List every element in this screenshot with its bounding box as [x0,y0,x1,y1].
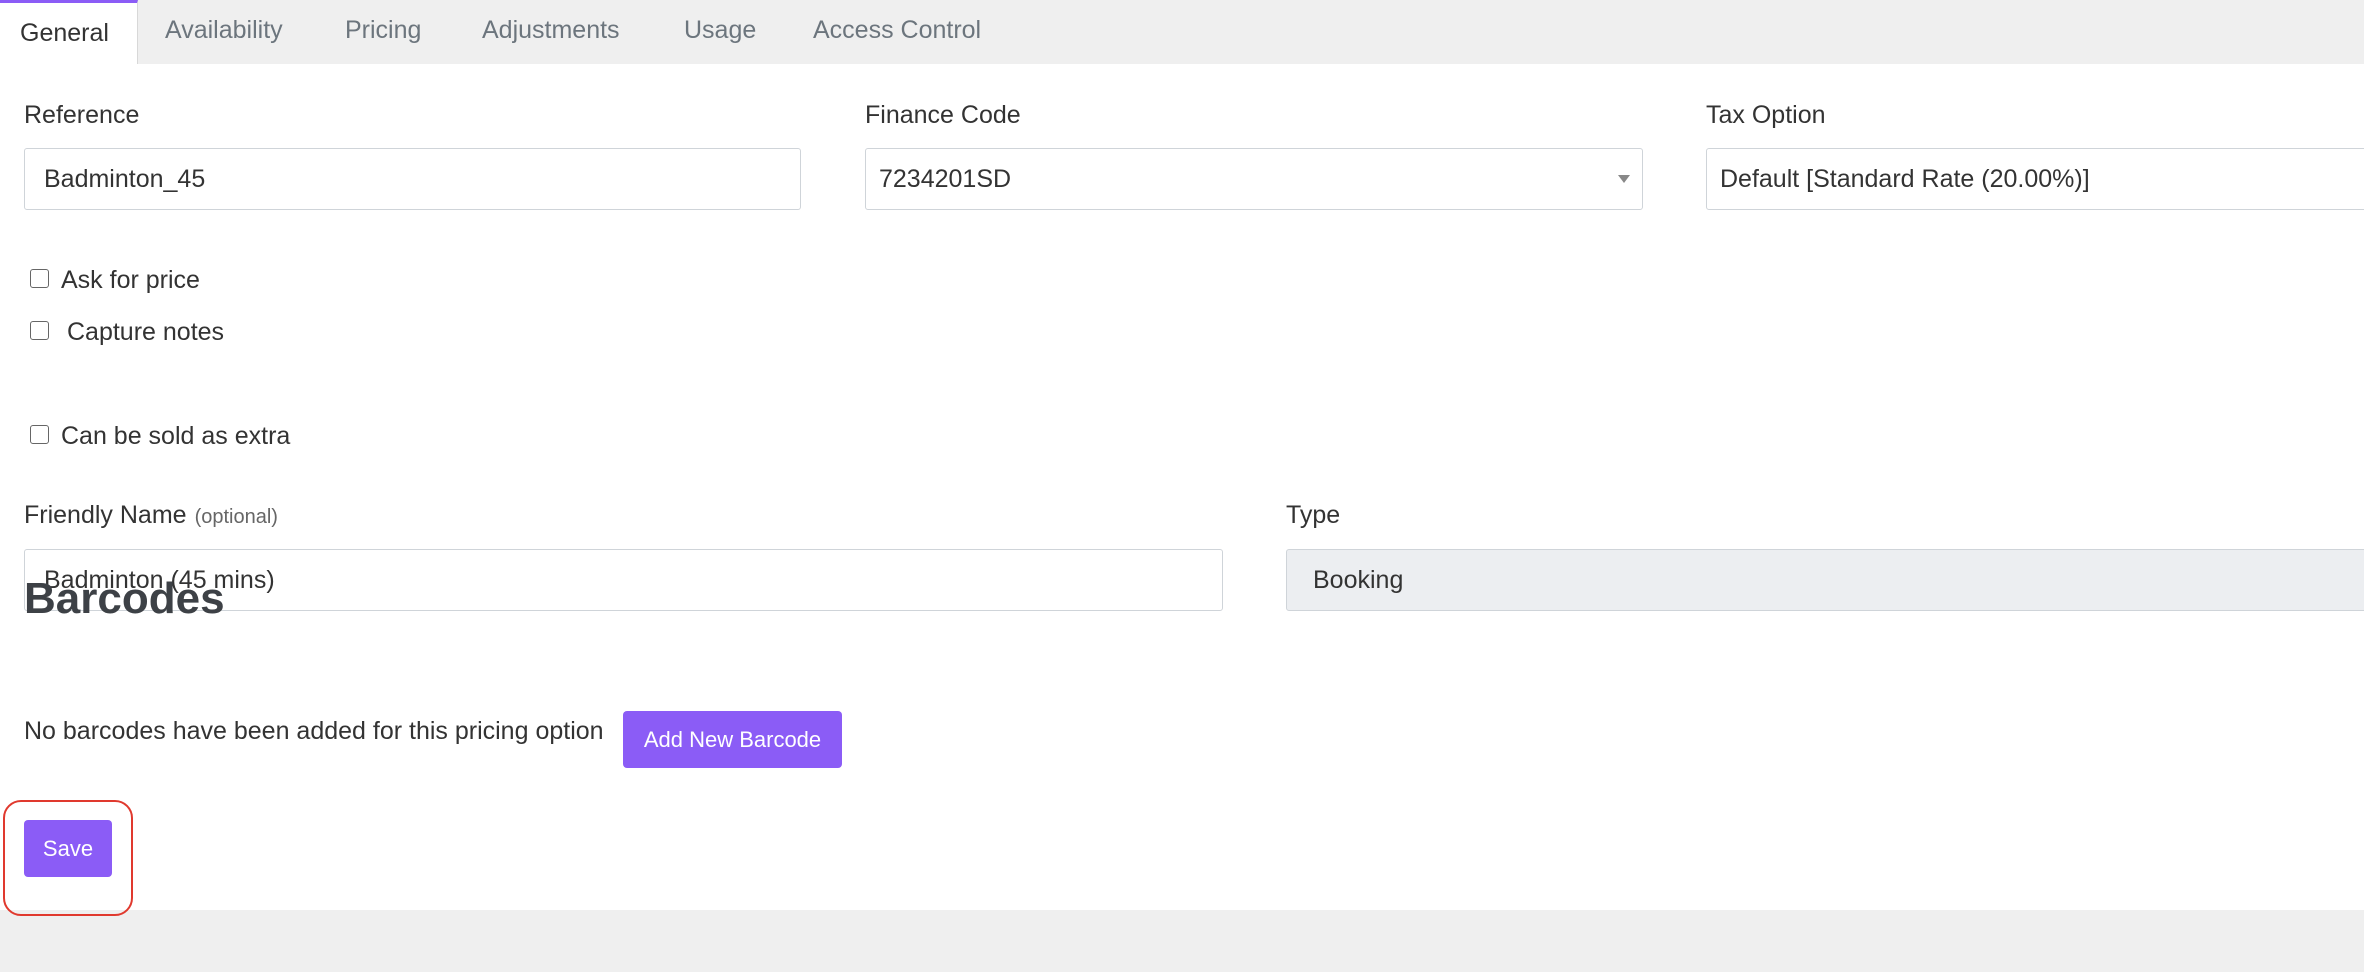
tax-option-label: Tax Option [1706,101,1826,129]
friendly-name-label: Friendly Name (optional) [24,501,278,530]
tab-usage[interactable]: Usage [684,0,756,64]
sold-as-extra-row: Can be sold as extra [30,422,290,451]
optional-note: (optional) [194,506,278,528]
barcodes-empty-message: No barcodes have been added for this pri… [24,717,604,745]
tab-pricing[interactable]: Pricing [345,0,421,64]
sold-as-extra-checkbox[interactable] [30,424,49,444]
ask-for-price-checkbox[interactable] [30,268,49,288]
tab-access-control[interactable]: Access Control [813,0,981,64]
finance-code-label: Finance Code [865,101,1021,129]
tab-availability[interactable]: Availability [165,0,283,64]
sold-as-extra-label: Can be sold as extra [61,422,291,450]
tab-adjustments[interactable]: Adjustments [482,0,620,64]
add-new-barcode-button[interactable]: Add New Barcode [623,711,842,768]
ask-for-price-label: Ask for price [61,266,200,294]
capture-notes-label: Capture notes [67,318,225,346]
tab-general[interactable]: General [0,0,138,65]
capture-notes-checkbox[interactable] [30,320,49,340]
type-field: Booking [1286,549,2364,611]
finance-code-select[interactable]: 7234201SD [865,148,1643,210]
friendly-name-label-text: Friendly Name [24,501,187,529]
tax-option-select[interactable]: Default [Standard Rate (20.00%)] [1706,148,2364,210]
reference-label: Reference [24,101,140,129]
ask-for-price-row: Ask for price [30,266,200,295]
finance-code-value: 7234201SD [879,165,1012,193]
tab-bar: General Availability Pricing Adjustments… [0,0,2364,65]
chevron-down-icon [1618,175,1630,183]
barcodes-heading: Barcodes [24,574,225,623]
reference-input[interactable]: Badminton_45 [24,148,801,210]
type-label: Type [1286,501,1341,529]
capture-notes-row: Capture notes [30,318,224,347]
save-button[interactable]: Save [24,820,112,877]
